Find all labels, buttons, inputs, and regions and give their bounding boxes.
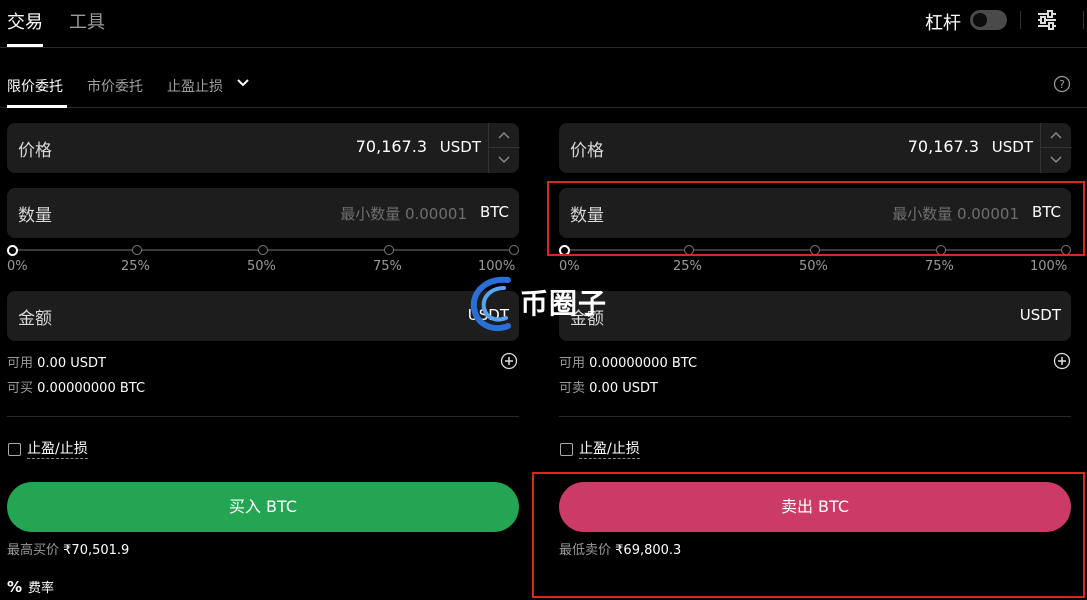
available-value: 0.00000000 BTC xyxy=(589,356,698,371)
fee-rate[interactable]: % 费率 xyxy=(7,577,54,596)
buy-quantity-slider[interactable]: 0% 25% 50% 75% 100% xyxy=(7,244,519,274)
quantity-unit: BTC xyxy=(479,203,509,221)
buy-price-field[interactable]: 价格 70,167.3 USDT xyxy=(7,123,520,173)
slider-mark-25[interactable] xyxy=(132,245,142,255)
divider xyxy=(1020,11,1021,29)
available-value: 0.00 USDT xyxy=(37,356,106,371)
price-stepper xyxy=(488,123,520,173)
svg-text:?: ? xyxy=(1059,78,1065,91)
percent-icon: % xyxy=(7,578,23,596)
price-label: 价格 xyxy=(570,141,604,161)
sell-amount-field[interactable]: 金额 USDT xyxy=(559,291,1071,341)
available-label: 可用 xyxy=(559,356,586,371)
slider-mark-100[interactable] xyxy=(509,245,519,255)
tab-trade[interactable]: 交易 xyxy=(7,8,43,34)
best-bid-value: ₹70,501.9 xyxy=(63,543,130,558)
slider-label: 0% xyxy=(7,259,28,274)
can-buy-label: 可买 xyxy=(7,381,34,396)
active-tab-indicator xyxy=(7,44,43,47)
slider-label: 25% xyxy=(673,259,702,274)
buy-available: 可用 0.00 USDT xyxy=(7,352,106,371)
sell-max: 可卖 0.00 USDT xyxy=(559,377,658,396)
tab-market-order[interactable]: 市价委托 xyxy=(87,76,143,96)
can-sell-label: 可卖 xyxy=(559,381,586,396)
highlight-box-quantity xyxy=(547,181,1085,256)
divider xyxy=(559,416,1071,417)
buy-max: 可买 0.00000000 BTC xyxy=(7,377,145,396)
price-label: 价格 xyxy=(18,141,52,161)
add-funds-icon[interactable] xyxy=(500,352,518,370)
decrement-button[interactable] xyxy=(489,148,520,173)
sell-available: 可用 0.00000000 BTC xyxy=(559,352,697,371)
decrement-button[interactable] xyxy=(1041,148,1072,173)
divider xyxy=(1083,11,1084,29)
watermark-logo: 币圈子 xyxy=(468,270,628,336)
slider-mark-75[interactable] xyxy=(384,245,394,255)
best-bid-label: 最高买价 xyxy=(7,543,60,558)
quantity-placeholder: 最小数量 0.00001 xyxy=(340,205,467,223)
slider-label: 100% xyxy=(1030,259,1068,274)
tab-limit-order[interactable]: 限价委托 xyxy=(7,76,63,96)
sell-tpsl-label[interactable]: 止盈/止损 xyxy=(579,440,640,459)
divider xyxy=(7,416,519,417)
slider-label: 75% xyxy=(925,259,954,274)
price-unit: USDT xyxy=(991,138,1033,156)
highlight-box-sell xyxy=(532,472,1085,598)
best-bid: 最高买价 ₹70,501.9 xyxy=(7,539,129,558)
slider-handle[interactable] xyxy=(7,245,18,256)
chevron-down-icon xyxy=(498,156,510,164)
slider-label: 75% xyxy=(373,259,402,274)
increment-button[interactable] xyxy=(1041,123,1072,148)
slider-label: 50% xyxy=(247,259,276,274)
price-unit: USDT xyxy=(439,138,481,156)
available-label: 可用 xyxy=(7,356,34,371)
toggle-knob xyxy=(973,13,987,27)
can-sell-value: 0.00 USDT xyxy=(589,381,658,396)
buy-tpsl-label[interactable]: 止盈/止损 xyxy=(27,440,88,459)
leverage-toggle[interactable] xyxy=(970,10,1007,30)
active-subtab-indicator xyxy=(7,105,67,108)
order-type-tabs: 限价委托 市价委托 止盈止损 ? xyxy=(0,70,1087,108)
add-funds-icon[interactable] xyxy=(1053,352,1071,370)
buy-btc-button[interactable]: 买入 BTC xyxy=(7,482,519,532)
slider-mark-50[interactable] xyxy=(258,245,268,255)
chevron-down-icon[interactable] xyxy=(236,76,250,90)
buy-tpsl-checkbox[interactable] xyxy=(8,443,21,456)
top-tab-bar: 交易 工具 杠杆 xyxy=(0,0,1087,48)
sell-price-field[interactable]: 价格 70,167.3 USDT xyxy=(559,123,1072,173)
buy-quantity-field[interactable]: 数量 最小数量 0.00001 BTC xyxy=(7,188,519,238)
price-value: 70,167.3 xyxy=(355,137,427,156)
tab-tools[interactable]: 工具 xyxy=(69,8,105,34)
help-icon[interactable]: ? xyxy=(1053,75,1071,93)
price-value: 70,167.3 xyxy=(907,137,979,156)
slider-label: 50% xyxy=(799,259,828,274)
leverage-label: 杠杆 xyxy=(925,13,961,34)
slider-label: 25% xyxy=(121,259,150,274)
fee-label: 费率 xyxy=(28,581,55,596)
can-buy-value: 0.00000000 BTC xyxy=(37,381,146,396)
watermark-text: 币圈子 xyxy=(520,287,608,320)
buy-amount-field[interactable]: 金额 USDT xyxy=(7,291,519,341)
chevron-up-icon xyxy=(498,131,510,139)
increment-button[interactable] xyxy=(489,123,520,148)
tab-tp-sl[interactable]: 止盈止损 xyxy=(167,76,223,96)
amount-label: 金额 xyxy=(18,309,52,329)
price-stepper xyxy=(1040,123,1072,173)
settings-sliders-icon[interactable] xyxy=(1036,9,1058,31)
sell-tpsl-checkbox[interactable] xyxy=(560,443,573,456)
quantity-label: 数量 xyxy=(18,206,52,226)
chevron-up-icon xyxy=(1050,131,1062,139)
chevron-down-icon xyxy=(1050,156,1062,164)
watermark-swirl-icon xyxy=(470,276,511,331)
amount-unit: USDT xyxy=(1019,306,1061,324)
